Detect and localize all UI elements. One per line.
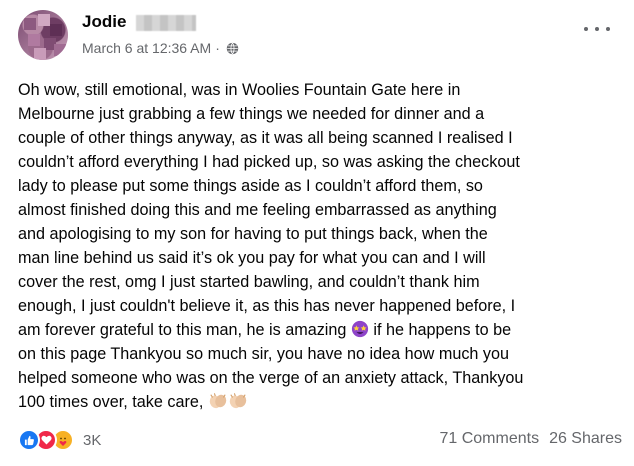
post-text-line: helped someone who was on the verge of a… [18,369,524,387]
post-text-line: on this page Thankyou so much sir, you h… [18,345,510,363]
post-text-fragment: am forever grateful to this man, he is a… [18,321,347,339]
post-text-line: and apologising to my son for having to … [18,225,488,243]
post-text-line: man line behind us said it’s ok you pay … [18,249,486,267]
post-text-line-with-emoji: am forever grateful to this man, he is a… [18,318,618,342]
globe-icon [226,42,239,54]
post-header: Jodie March 6 at 12:36 AM · [18,10,618,66]
author-surname-redacted [136,15,196,31]
post-text-line: almost finished doing this and me feelin… [18,201,497,219]
post-text-line: Oh wow, still emotional, was in Woolies … [18,81,461,99]
clapping-hands-emoji-icon [209,393,227,409]
post-text-line: lady to please put some things aside as … [18,177,483,195]
post-text-line: enough, I just couldn't believe it, as t… [18,297,516,315]
avatar[interactable] [18,10,68,60]
post-timestamp[interactable]: March 6 at 12:36 AM [82,40,211,56]
post-footer: 3K 71 Comments 26 Shares [18,428,622,452]
reactions-summary[interactable]: 3K [18,428,101,452]
post-text-line: cover the rest, omg I just started bawli… [18,273,480,291]
clapping-hands-emoji-icon [229,393,247,409]
facebook-post: Jodie March 6 at 12:36 AM · Oh wow, stil… [0,0,634,466]
post-meta: March 6 at 12:36 AM · [82,40,239,56]
like-icon [18,429,40,451]
post-text-line: Melbourne just grabbing a few things we … [18,105,485,123]
reaction-count[interactable]: 3K [83,432,101,449]
post-text-line: couldn’t afford everything I had picked … [18,153,520,171]
star-struck-emoji-icon [351,320,369,338]
post-text-line: couple of other things anyway, as it was… [18,129,513,147]
comments-count-link[interactable]: 71 Comments [439,430,539,448]
post-text-fragment: if he happens to be [368,321,512,339]
post-body: Oh wow, still emotional, was in Woolies … [18,78,618,414]
post-text-fragment: 100 times over, take care, [18,393,204,411]
meta-separator: · [215,40,220,56]
engagement-stats: 71 Comments 26 Shares [439,430,622,448]
post-text-line-with-emoji: 100 times over, take care, [18,390,618,414]
author-name[interactable]: Jodie [82,12,126,32]
more-options-icon[interactable] [584,20,610,38]
shares-count-link[interactable]: 26 Shares [549,430,622,448]
